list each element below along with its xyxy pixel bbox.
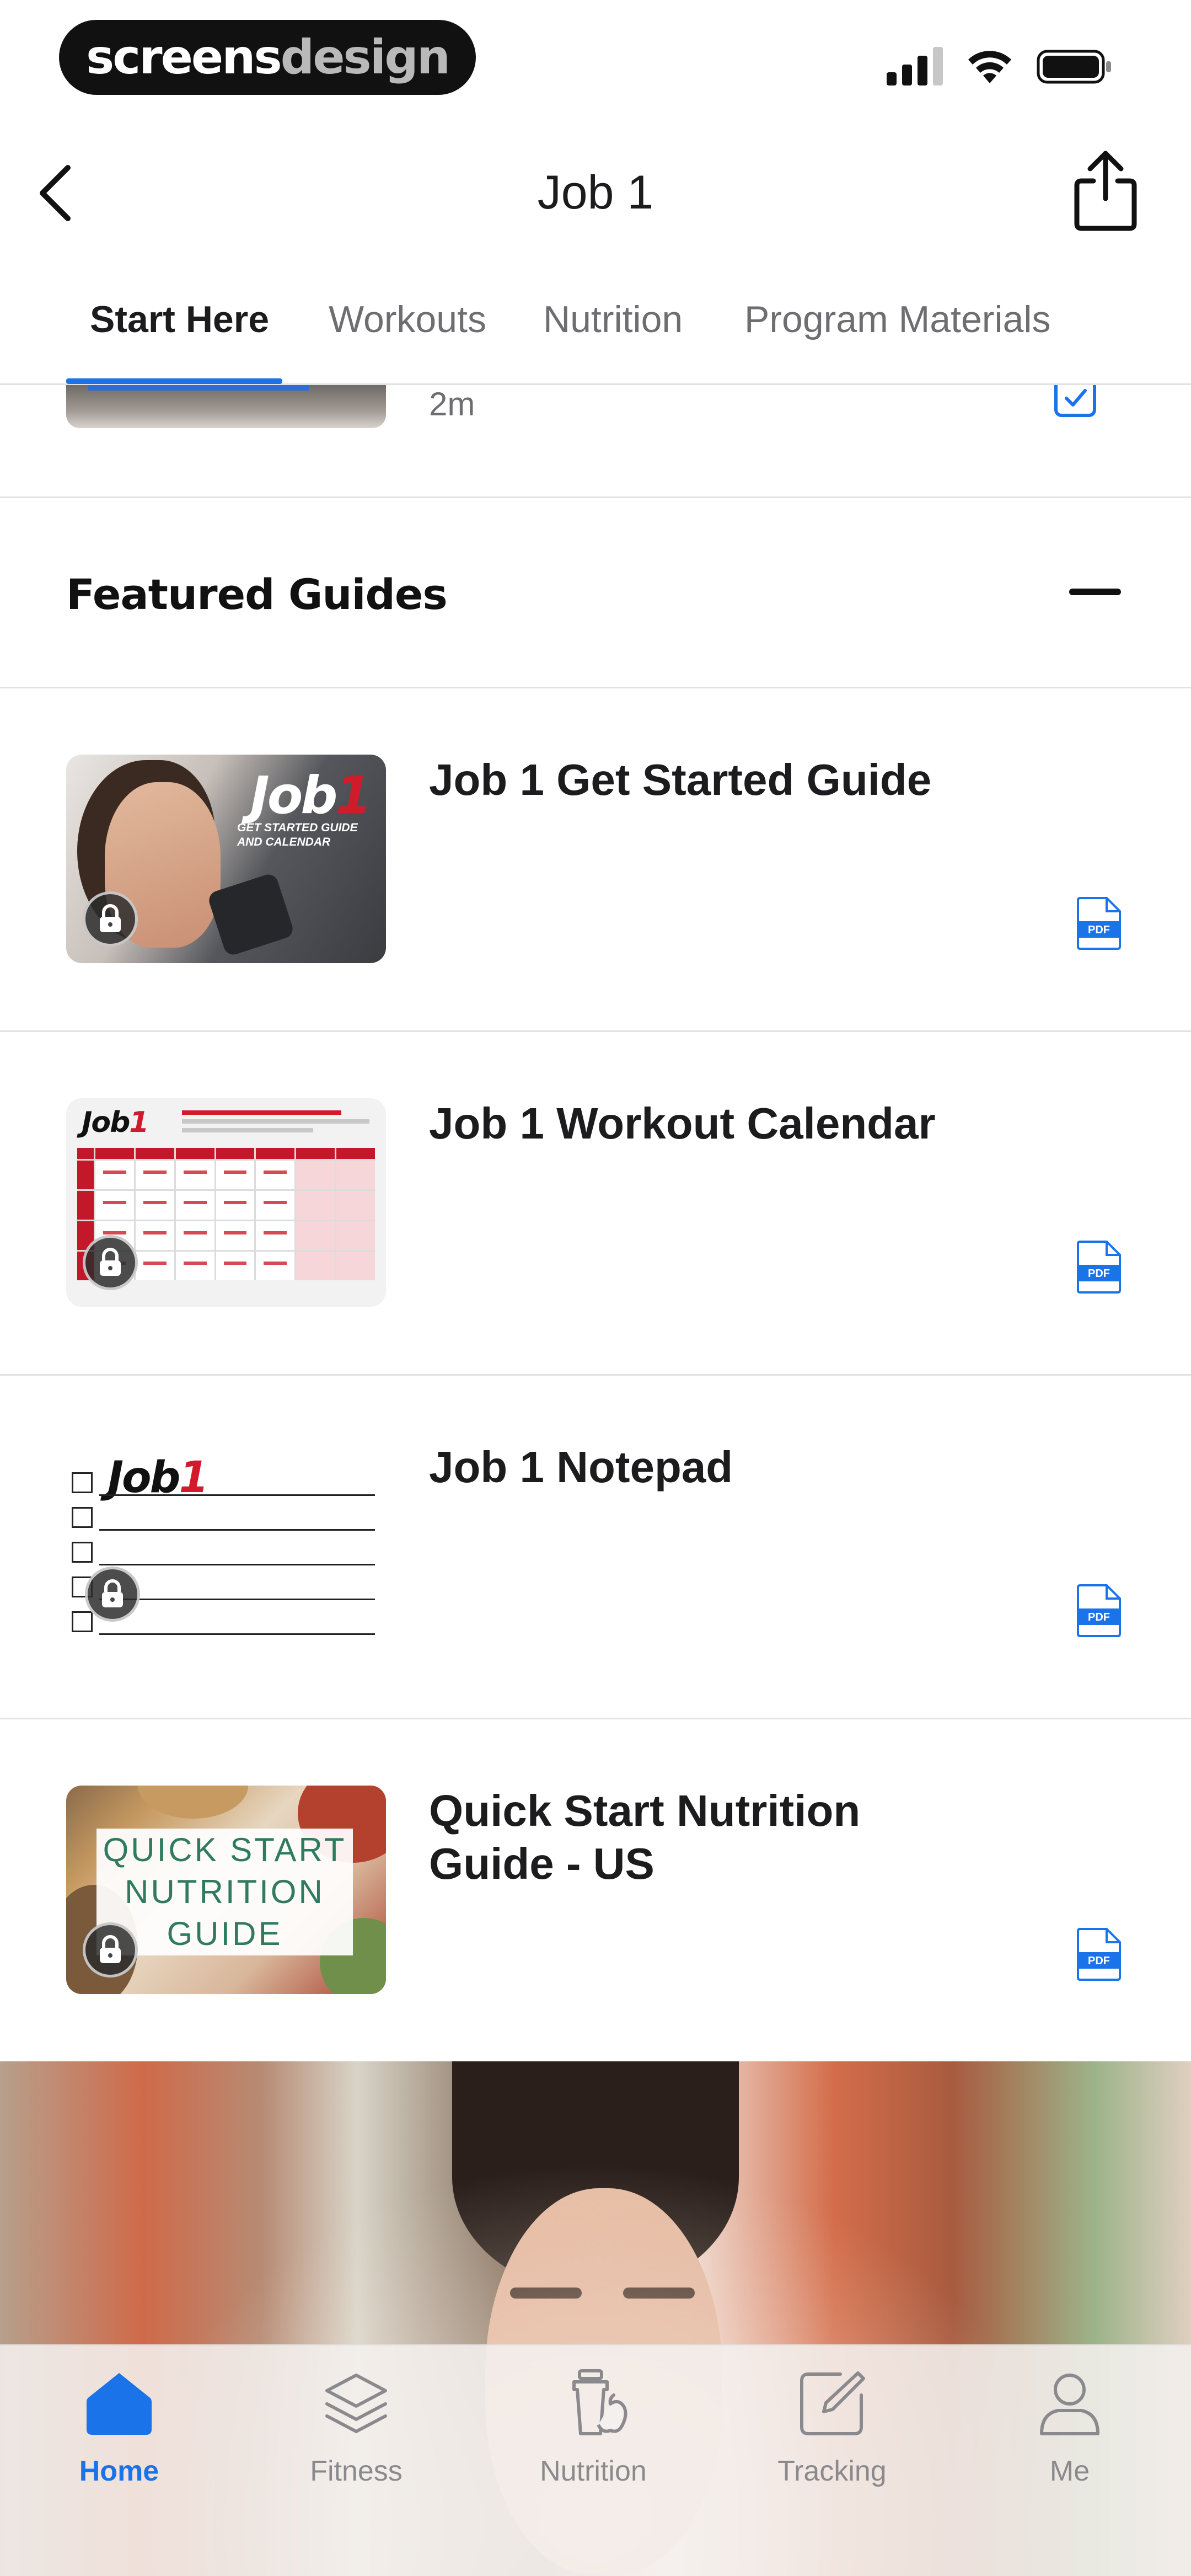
active-tab-indicator xyxy=(66,378,282,384)
guide-row-workout-calendar[interactable]: Job1 Job 1 Workout Calendar PDF xyxy=(0,1032,1191,1376)
brand-text-part1: screens xyxy=(86,30,282,85)
thumb-title: QUICK START NUTRITION GUIDE xyxy=(103,1831,347,1952)
guide-thumbnail: QUICK START NUTRITION GUIDE xyxy=(66,1786,386,1994)
guide-row-get-started[interactable]: Job1 GET STARTED GUIDE AND CALENDAR Job … xyxy=(0,688,1191,1032)
pdf-icon[interactable]: PDF xyxy=(1076,1928,1122,1981)
layers-icon xyxy=(325,2374,387,2433)
guide-title: Job 1 Get Started Guide xyxy=(429,755,932,804)
tab-workouts[interactable]: Workouts xyxy=(329,298,486,341)
guide-title: Quick Start Nutrition Guide - US xyxy=(429,1786,861,1888)
thumb-logo: Job1 xyxy=(82,1106,149,1139)
nutrition-shaker-apple-icon xyxy=(572,2369,627,2435)
person-icon xyxy=(1040,2374,1099,2435)
pdf-icon[interactable]: PDF xyxy=(1076,1241,1122,1294)
svg-text:PDF: PDF xyxy=(1088,924,1110,936)
brand-badge: screens design xyxy=(59,20,476,95)
guide-row-notepad[interactable]: Job1 Job 1 Notepad PDF xyxy=(0,1376,1191,1719)
lock-icon xyxy=(83,1235,138,1290)
lock-icon xyxy=(83,1922,138,1978)
pdf-icon[interactable]: PDF xyxy=(1076,1584,1122,1637)
pdf-icon[interactable]: PDF xyxy=(1076,897,1122,950)
svg-text:PDF: PDF xyxy=(1088,1955,1110,1967)
list-item[interactable]: 2m xyxy=(0,385,1191,498)
tab-bar-me[interactable]: Me xyxy=(987,2367,1152,2488)
guide-thumbnail: Job1 xyxy=(66,1442,386,1650)
nav-header: Job 1 xyxy=(0,127,1191,259)
guide-row-quick-start-nutrition[interactable]: QUICK START NUTRITION GUIDE Quick Start … xyxy=(0,1719,1191,2063)
tab-bar-label: Me xyxy=(1049,2455,1090,2487)
brand-text-part2: design xyxy=(280,30,450,85)
page-title: Job 1 xyxy=(537,166,654,219)
svg-text:PDF: PDF xyxy=(1088,1268,1110,1280)
lock-icon xyxy=(85,1567,140,1622)
status-icons xyxy=(887,47,1114,85)
home-icon xyxy=(87,2373,152,2435)
bookmark-check-icon[interactable] xyxy=(1053,385,1097,418)
minus-icon[interactable] xyxy=(1069,589,1121,595)
guide-title: Job 1 Workout Calendar xyxy=(429,1099,936,1148)
lock-icon xyxy=(83,891,138,947)
section-title: Featured Guides xyxy=(66,570,448,619)
status-bar: screens design xyxy=(0,0,1191,127)
guide-thumbnail: Job1 GET STARTED GUIDE AND CALENDAR xyxy=(66,755,386,963)
tab-bar-tracking[interactable]: Tracking xyxy=(749,2367,915,2488)
tab-program-materials[interactable]: Program Materials xyxy=(744,298,1051,341)
tab-bar-label: Tracking xyxy=(777,2455,887,2487)
tab-bar-label: Fitness xyxy=(310,2455,403,2487)
tab-start-here[interactable]: Start Here xyxy=(90,298,269,341)
bottom-tab-bar: Home Fitness Nutrition Tracking Me xyxy=(0,2344,1191,2576)
duration-label: 2m xyxy=(429,386,475,423)
edit-square-icon xyxy=(800,2371,865,2435)
tab-bar-nutrition[interactable]: Nutrition xyxy=(511,2367,676,2488)
tab-bar-fitness[interactable]: Fitness xyxy=(273,2367,439,2488)
thumb-caption: GET STARTED GUIDE AND CALENDAR xyxy=(237,821,358,848)
battery-icon xyxy=(1037,50,1111,84)
share-icon[interactable] xyxy=(1072,149,1139,232)
video-thumbnail xyxy=(66,385,386,428)
guide-title: Job 1 Notepad xyxy=(429,1442,733,1492)
tab-bar-home[interactable]: Home xyxy=(36,2367,202,2488)
tab-bar-label: Nutrition xyxy=(540,2455,647,2487)
featured-guides-header[interactable]: Featured Guides xyxy=(0,498,1191,688)
tab-bar-label: Home xyxy=(79,2455,159,2487)
thumb-logo: Job1 xyxy=(250,766,372,826)
section-tabs: Start Here Workouts Nutrition Program Ma… xyxy=(0,287,1191,385)
svg-text:PDF: PDF xyxy=(1088,1611,1110,1623)
tab-nutrition[interactable]: Nutrition xyxy=(543,298,683,341)
guide-thumbnail: Job1 xyxy=(66,1098,386,1307)
cellular-signal-icon xyxy=(887,47,943,85)
wifi-icon xyxy=(968,51,1011,83)
